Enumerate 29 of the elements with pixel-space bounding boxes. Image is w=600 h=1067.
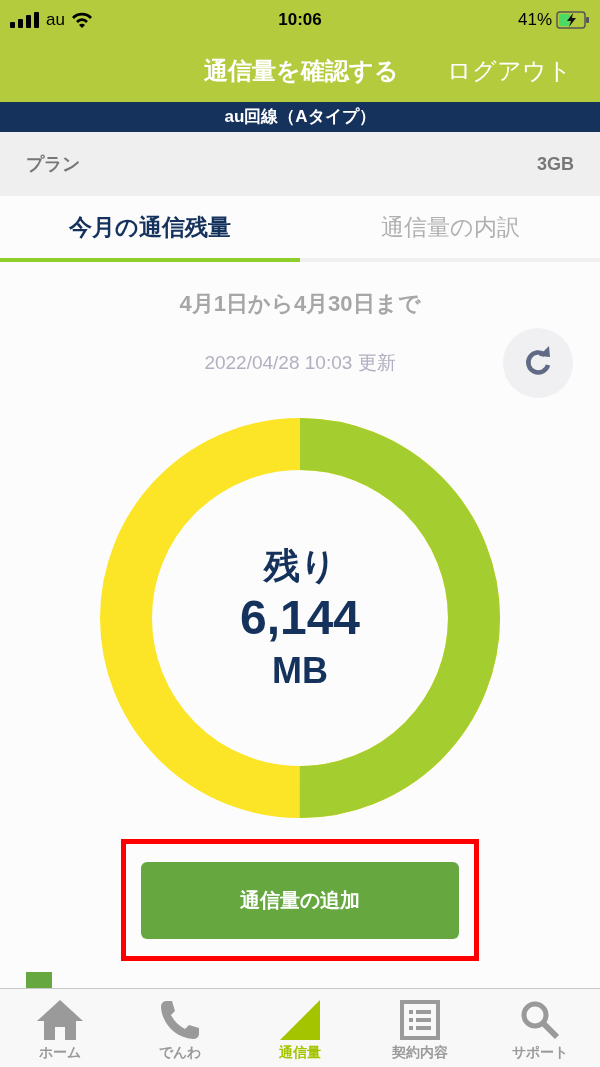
battery-charging-icon [556, 11, 590, 29]
signal-triangle-icon [280, 1000, 320, 1040]
nav-tab[interactable]: ホーム [0, 989, 120, 1067]
logout-button[interactable]: ログアウト [447, 53, 572, 89]
nav-tab[interactable]: 通信量 [240, 989, 360, 1067]
add-data-button[interactable]: 通信量の追加 [141, 861, 459, 939]
remaining-amount: 6,144 [239, 589, 361, 646]
carrier-name: au [46, 9, 65, 32]
nav-tab[interactable]: でんわ [120, 989, 240, 1067]
tab[interactable]: 通信量の内訳 [300, 196, 600, 262]
nav-tab[interactable]: サポート [480, 989, 600, 1067]
wifi-icon [70, 12, 93, 28]
signal-icon [10, 12, 40, 28]
plan-value: 3GB [537, 152, 574, 176]
remaining-label: 残り [263, 543, 337, 587]
nav-tab[interactable]: 契約内容 [360, 989, 480, 1067]
remaining-unit: MB [272, 649, 328, 693]
page-title: 通信量を確認する [204, 56, 399, 86]
list-document-icon [400, 1000, 440, 1040]
line-banner: au回線（Aタイプ） [0, 102, 600, 132]
home-icon [37, 1000, 83, 1040]
tab[interactable]: 今月の通信残量 [0, 196, 300, 262]
search-icon [520, 1000, 560, 1040]
updated-time: 2022/04/28 10:03 更新 [204, 350, 396, 375]
clock: 10:06 [277, 9, 323, 32]
battery-percent: 41% [517, 9, 552, 32]
phone-icon [160, 1000, 200, 1040]
plan-label: プラン [26, 152, 80, 176]
period-text: 4月1日から4月30日まで [178, 290, 422, 318]
